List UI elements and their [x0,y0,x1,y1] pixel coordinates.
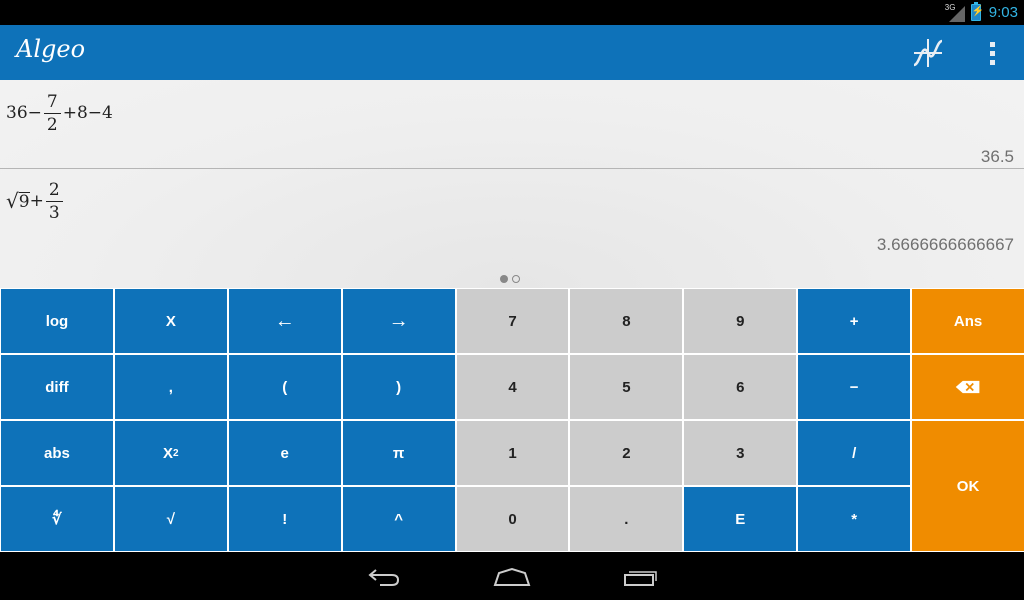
app-title: Algeo [16,35,86,63]
fraction-denominator: 3 [48,202,60,223]
overflow-menu-button[interactable] [980,37,1004,69]
backspace-icon [955,380,980,394]
history-result-1[interactable]: 36.5 [981,147,1014,167]
cell-signal-icon: 3G [944,2,965,22]
fraction-denominator: 2 [46,114,58,135]
back-icon [368,569,400,586]
ok-key[interactable]: OK [912,421,1024,551]
pi-key[interactable]: π [342,421,455,485]
expr-term: +8−4 [62,103,113,123]
log-key[interactable]: log [1,289,113,353]
home-icon [493,567,531,586]
divide-key[interactable]: / [798,421,911,485]
sqrt-symbol: √ [6,189,19,213]
back-button[interactable] [362,562,406,592]
fraction: 2 3 [45,181,63,223]
expr-operator: − [27,103,42,123]
multiply-key[interactable]: * [798,487,911,551]
factorial-key[interactable]: ! [228,487,341,551]
comma-key[interactable]: , [114,355,227,419]
fraction: 7 2 [43,93,61,135]
recent-apps-icon [624,571,657,586]
digit-9-key[interactable]: 9 [684,289,797,353]
status-clock: 9:03 [988,4,1018,21]
recent-apps-button[interactable] [618,562,662,592]
diff-key[interactable]: diff [1,355,113,419]
home-button[interactable] [490,562,534,592]
battery-charging-icon [970,2,984,21]
fraction-numerator: 7 [43,93,61,114]
minus-key[interactable]: − [798,355,911,419]
expr-operator: + [29,191,44,211]
signal-type-label: 3G [944,2,956,12]
history-divider [0,168,1024,169]
digit-0-key[interactable]: 0 [456,487,569,551]
status-bar: 3G 9:03 [0,0,1024,25]
page-dot-inactive [512,275,520,283]
exponent-e-key[interactable]: E [684,487,797,551]
history-expression-1[interactable]: 36 − 7 2 +8−4 [6,88,113,138]
digit-3-key[interactable]: 3 [684,421,797,485]
power-key[interactable]: ^ [342,487,455,551]
sqrt-argument: 9 [18,192,30,212]
calculation-display: 36 − 7 2 +8−4 36.5 √ 9 + 2 3 3.666666666… [0,80,1024,288]
digit-1-key[interactable]: 1 [456,421,569,485]
action-bar: Algeo [0,25,1024,80]
decimal-point-key[interactable]: . [570,487,683,551]
ans-key[interactable]: Ans [912,289,1024,353]
x-variable-key[interactable]: X [114,289,227,353]
euler-e-key[interactable]: e [228,421,341,485]
sqrt-key[interactable]: √ [114,487,227,551]
history-expression-2[interactable]: √ 9 + 2 3 [6,176,65,226]
navigation-bar [0,552,1024,600]
overflow-dot [989,59,995,65]
x-squared-base: X [163,444,174,462]
keypad: log X ← → 7 8 9 + Ans diff , ( ) 4 5 6 −… [0,288,1024,552]
overflow-dot [989,41,995,47]
plus-key[interactable]: + [798,289,911,353]
digit-7-key[interactable]: 7 [456,289,569,353]
digit-6-key[interactable]: 6 [684,355,797,419]
x-squared-exponent: 2 [173,447,179,459]
x-squared-key[interactable]: X2 [114,421,227,485]
fraction-numerator: 2 [45,181,63,202]
nth-root-key[interactable]: ∜ [1,487,113,551]
digit-8-key[interactable]: 8 [570,289,683,353]
expr-term: 36 [6,103,28,123]
cursor-left-key[interactable]: ← [228,289,341,353]
graph-icon [913,39,943,67]
open-paren-key[interactable]: ( [228,355,341,419]
digit-2-key[interactable]: 2 [570,421,683,485]
page-dot-active [500,275,508,283]
history-result-2[interactable]: 3.6666666666667 [877,235,1014,255]
page-indicator [500,275,520,283]
cursor-right-key[interactable]: → [342,289,455,353]
overflow-dot [989,50,995,56]
digit-5-key[interactable]: 5 [570,355,683,419]
backspace-key[interactable] [912,355,1024,419]
abs-key[interactable]: abs [1,421,113,485]
close-paren-key[interactable]: ) [342,355,455,419]
digit-4-key[interactable]: 4 [456,355,569,419]
graph-button[interactable] [908,37,948,69]
status-icons: 3G 9:03 [944,0,1018,25]
